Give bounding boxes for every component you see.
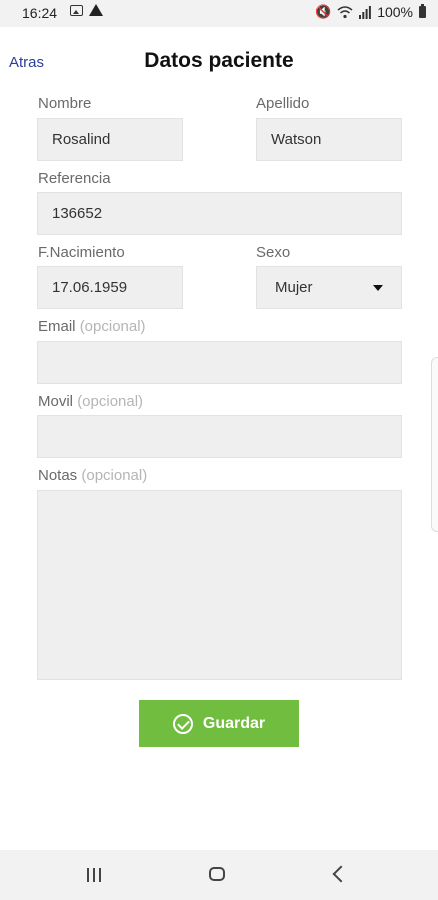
movil-optional-hint: (opcional): [77, 393, 144, 410]
save-button[interactable]: Guardar: [139, 700, 299, 747]
edge-panel-handle[interactable]: [431, 357, 438, 532]
referencia-label: Referencia: [38, 170, 111, 187]
nombre-field[interactable]: Rosalind: [37, 118, 183, 161]
save-button-label: Guardar: [202, 714, 266, 732]
referencia-field[interactable]: 136652: [37, 192, 402, 235]
notas-label: Notas (opcional): [38, 467, 147, 484]
apellido-label: Apellido: [256, 95, 310, 112]
nacimiento-label: F.Nacimiento: [38, 244, 125, 261]
sexo-value: Mujer: [275, 279, 313, 296]
status-bar: 16:24 🔇 100%: [0, 0, 438, 27]
email-field[interactable]: [37, 341, 402, 384]
wifi-icon: [337, 5, 353, 18]
battery-icon: [419, 4, 426, 18]
notas-textarea[interactable]: [37, 490, 402, 680]
notas-optional-hint: (opcional): [81, 467, 148, 484]
warning-icon: [89, 4, 103, 16]
status-time: 16:24: [22, 5, 58, 21]
nombre-value: Rosalind: [52, 131, 111, 148]
email-optional-hint: (opcional): [79, 318, 146, 335]
signal-icon: [359, 5, 372, 19]
chevron-down-icon: [373, 284, 383, 291]
movil-label: Movil (opcional): [38, 393, 143, 410]
referencia-value: 136652: [52, 205, 103, 222]
nacimiento-value: 17.06.1959: [52, 279, 128, 296]
mute-icon: 🔇: [315, 4, 332, 19]
image-icon: [70, 4, 83, 16]
email-label: Email (opcional): [38, 318, 146, 335]
header: Atras Datos paciente: [0, 27, 438, 89]
nacimiento-field[interactable]: 17.06.1959: [37, 266, 183, 309]
notas-label-text: Notas: [38, 467, 78, 484]
email-label-text: Email: [38, 318, 76, 335]
apellido-value: Watson: [271, 131, 322, 148]
apellido-field[interactable]: Watson: [256, 118, 402, 161]
movil-label-text: Movil: [38, 393, 74, 410]
status-icons-right: 🔇 100%: [315, 4, 426, 20]
battery-percentage: 100%: [377, 4, 413, 20]
nombre-label: Nombre: [38, 95, 92, 112]
back-icon[interactable]: [332, 865, 350, 883]
recent-apps-icon[interactable]: [87, 868, 101, 882]
sexo-label: Sexo: [256, 244, 291, 261]
home-icon[interactable]: [209, 867, 225, 881]
movil-field[interactable]: [37, 415, 402, 458]
page-title: Datos paciente: [144, 49, 294, 72]
check-circle-icon: [172, 713, 193, 734]
sexo-select[interactable]: Mujer: [256, 266, 402, 309]
status-icons-left: [70, 4, 103, 16]
navigation-bar: [0, 850, 438, 900]
